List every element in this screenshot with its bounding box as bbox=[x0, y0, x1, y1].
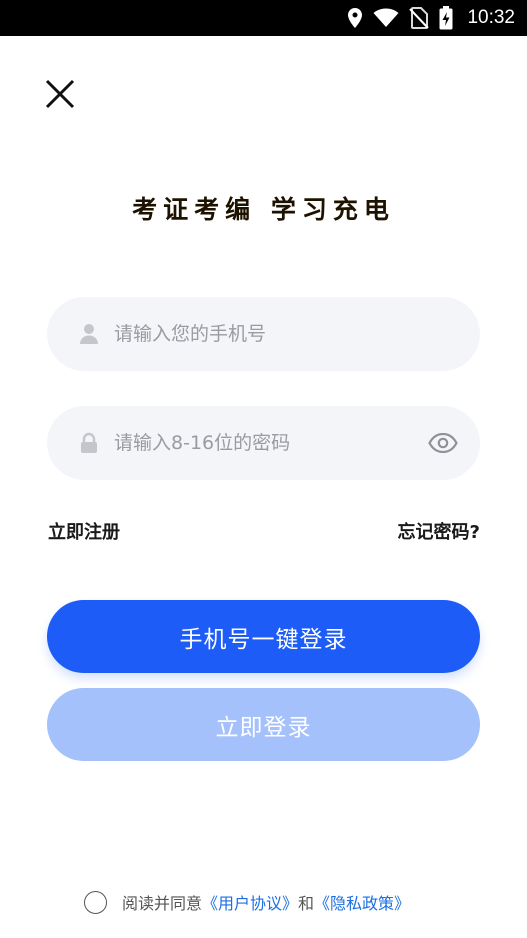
user-agreement-link[interactable]: 《用户协议》 bbox=[202, 890, 298, 914]
privacy-policy-link[interactable]: 《隐私政策》 bbox=[314, 890, 410, 914]
phone-field[interactable] bbox=[47, 297, 480, 371]
wifi-icon bbox=[373, 8, 399, 28]
slogan-title: 考证考编 学习充电 bbox=[132, 195, 395, 224]
location-icon bbox=[347, 7, 363, 29]
password-input[interactable] bbox=[114, 423, 404, 463]
no-sim-icon bbox=[409, 7, 430, 29]
battery-charging-icon bbox=[439, 6, 453, 30]
agreement-checkbox[interactable] bbox=[84, 890, 107, 914]
agreement-row: 阅读并同意 《用户协议》 和 《隐私政策》 bbox=[84, 888, 410, 916]
lock-icon bbox=[78, 432, 100, 454]
login-button[interactable]: 立即登录 bbox=[47, 688, 480, 761]
close-button[interactable] bbox=[40, 76, 80, 116]
register-link[interactable]: 立即注册 bbox=[48, 518, 120, 544]
agreement-prefix: 阅读并同意 bbox=[122, 894, 203, 913]
user-icon bbox=[78, 323, 100, 345]
agreement-conjunction: 和 bbox=[298, 894, 315, 913]
status-icons: 10:32 bbox=[347, 0, 515, 36]
forgot-password-link[interactable]: 忘记密码? bbox=[398, 518, 480, 544]
one-click-login-button[interactable]: 手机号一键登录 bbox=[47, 600, 480, 673]
status-bar: 10:32 bbox=[0, 0, 527, 36]
close-icon bbox=[44, 78, 76, 114]
phone-input[interactable] bbox=[114, 314, 404, 354]
password-field[interactable] bbox=[47, 406, 480, 480]
eye-icon[interactable] bbox=[428, 428, 458, 458]
status-time: 10:32 bbox=[467, 7, 515, 28]
